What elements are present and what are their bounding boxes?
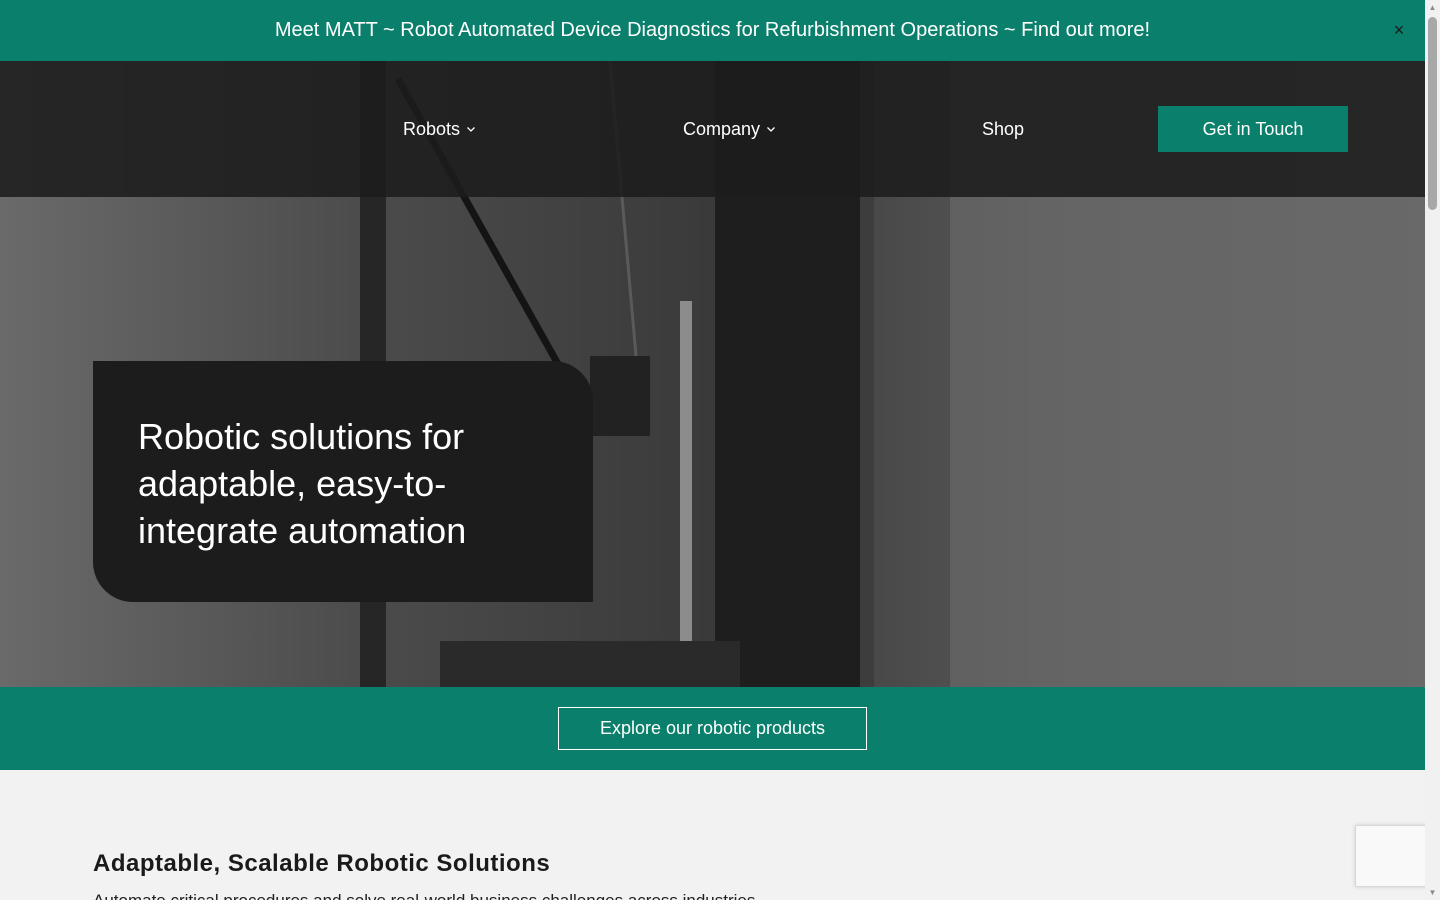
chevron-down-icon [467,127,476,132]
nav-item-label: Shop [982,118,1025,139]
hero-title: Robotic solutions for adaptable, easy-to… [138,416,467,551]
explore-band: Explore our robotic products [0,687,1425,770]
close-icon[interactable]: × [1387,18,1411,42]
site-header: Robots Company Shop Get in Touch [0,61,1425,197]
nav-item-shop[interactable]: Shop [982,61,1024,197]
scrollbar[interactable]: ▲ ▼ [1425,0,1440,900]
chevron-down-icon [767,127,776,132]
explore-products-button[interactable]: Explore our robotic products [558,707,867,750]
hero-card: Robotic solutions for adaptable, easy-to… [93,361,593,602]
get-in-touch-button[interactable]: Get in Touch [1158,106,1348,152]
nav-item-robots[interactable]: Robots [403,61,476,197]
nav-item-label: Robots [403,118,461,139]
scroll-up-arrow-icon[interactable]: ▲ [1425,0,1440,15]
section-title: Adaptable, Scalable Robotic Solutions [93,850,551,877]
nav-item-label: Company [683,118,761,139]
page: Meet MATT ~ Robot Automated Device Diagn… [0,0,1425,900]
section-text: Automate critical procedures and solve r… [93,891,760,900]
scroll-down-arrow-icon[interactable]: ▼ [1425,885,1440,900]
announcement-link[interactable]: Meet MATT ~ Robot Automated Device Diagn… [275,19,1150,42]
recaptcha-badge[interactable] [1355,825,1425,887]
scroll-thumb[interactable] [1428,17,1437,210]
nav-item-company[interactable]: Company [683,61,776,197]
announcement-bar: Meet MATT ~ Robot Automated Device Diagn… [0,0,1425,61]
